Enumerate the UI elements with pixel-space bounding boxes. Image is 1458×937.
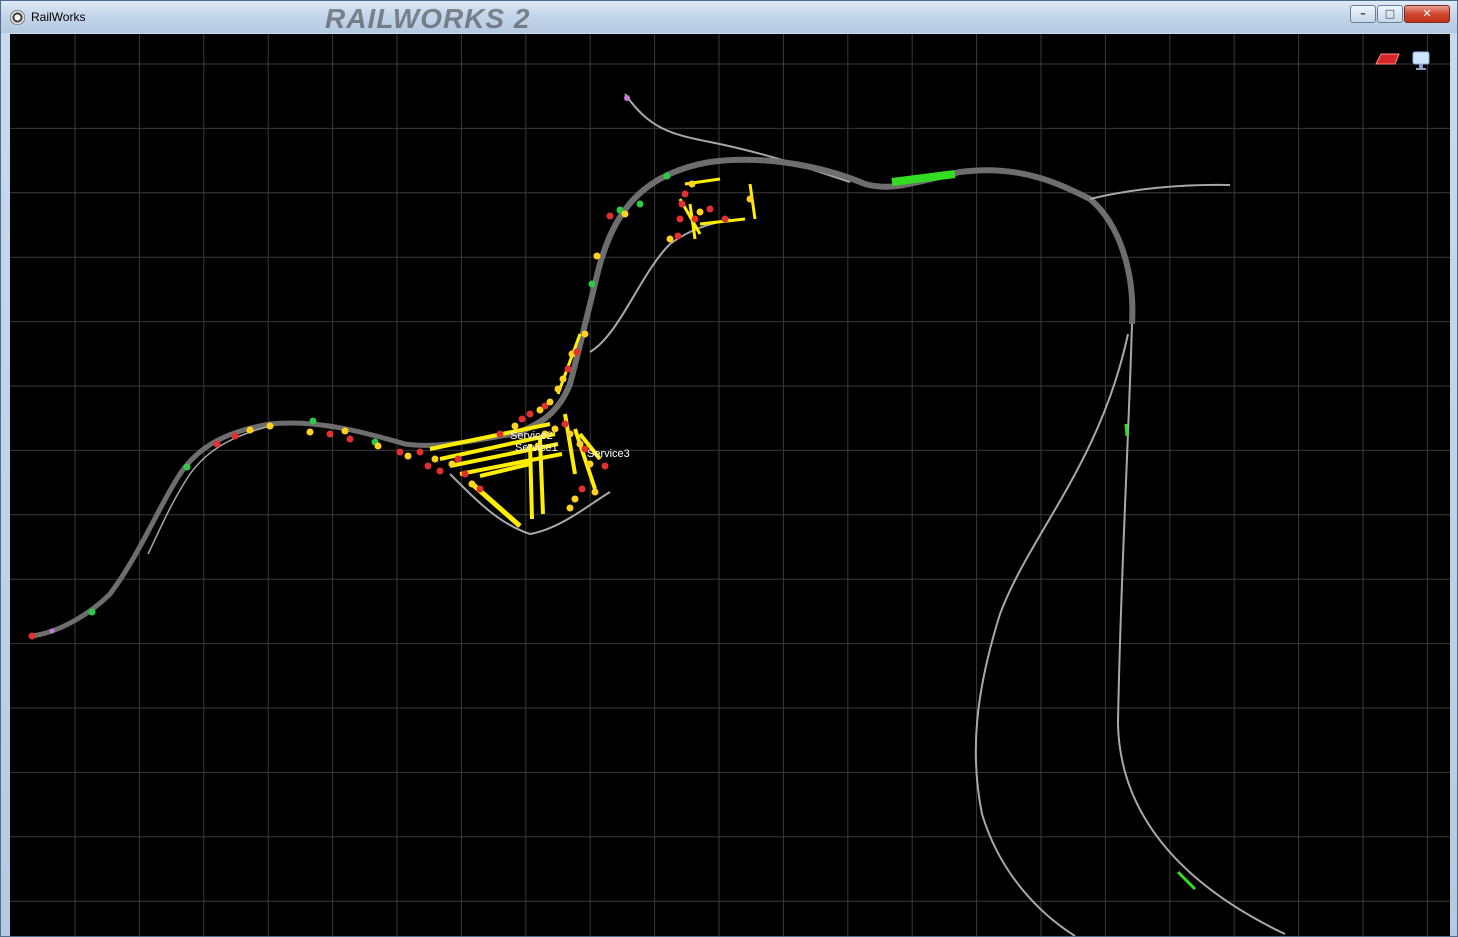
service-label-2[interactable]: Service2 bbox=[510, 430, 553, 442]
signal-marker-yellow[interactable] bbox=[404, 452, 412, 460]
background-logo: RAILWORKS 2 bbox=[325, 3, 531, 34]
signal-marker-red[interactable] bbox=[706, 205, 714, 213]
signal-marker-red[interactable] bbox=[436, 467, 444, 475]
signal-marker-yellow[interactable] bbox=[746, 195, 754, 203]
signal-marker-yellow[interactable] bbox=[586, 460, 594, 468]
minimize-button[interactable]: – bbox=[1350, 5, 1376, 23]
signal-marker-green[interactable] bbox=[309, 417, 317, 425]
terminus-marker[interactable] bbox=[624, 95, 630, 101]
signal-marker-red[interactable] bbox=[573, 348, 581, 356]
monitor-icon[interactable] bbox=[1410, 50, 1432, 72]
terminus-marker[interactable] bbox=[49, 628, 55, 634]
signal-marker-yellow[interactable] bbox=[341, 427, 349, 435]
signal-marker-red[interactable] bbox=[461, 470, 469, 478]
yard-tracks bbox=[429, 177, 757, 528]
track-main-west bbox=[31, 420, 516, 639]
occupied-marker-1 bbox=[1124, 423, 1129, 437]
track-branch-east bbox=[1089, 183, 1231, 200]
signal-marker-yellow[interactable] bbox=[666, 235, 674, 243]
signal-marker-yellow[interactable] bbox=[246, 426, 254, 434]
track-map-viewport[interactable]: Service2 Service1 Service3 bbox=[10, 34, 1450, 936]
signal-marker-yellow[interactable] bbox=[566, 430, 574, 438]
signal-marker-red[interactable] bbox=[681, 190, 689, 198]
signal-marker-yellow[interactable] bbox=[566, 504, 574, 512]
signal-marker-red[interactable] bbox=[496, 430, 504, 438]
service-label-1[interactable]: Service1 bbox=[515, 442, 558, 454]
signal-marker-yellow[interactable] bbox=[696, 208, 704, 216]
close-button[interactable]: ✕ bbox=[1404, 5, 1450, 23]
signal-marker-yellow[interactable] bbox=[448, 460, 456, 468]
signal-marker-red[interactable] bbox=[721, 215, 729, 223]
signal-marker-yellow[interactable] bbox=[688, 180, 696, 188]
signal-marker-red[interactable] bbox=[424, 462, 432, 470]
railworks-window: RailWorks RAILWORKS 2 – □ ✕ Service2 Ser… bbox=[0, 0, 1458, 937]
signals bbox=[28, 95, 754, 640]
track-map[interactable]: Service2 Service1 Service3 bbox=[10, 34, 1450, 936]
signal-marker-yellow[interactable] bbox=[576, 440, 584, 448]
signal-marker-red[interactable] bbox=[606, 212, 614, 220]
red-shape-icon[interactable] bbox=[1375, 51, 1401, 67]
signal-marker-green[interactable] bbox=[183, 463, 191, 471]
signal-marker-red[interactable] bbox=[326, 430, 334, 438]
signal-marker-yellow[interactable] bbox=[559, 375, 567, 383]
signal-marker-red[interactable] bbox=[454, 455, 462, 463]
signal-marker-yellow[interactable] bbox=[266, 422, 274, 430]
signal-marker-red[interactable] bbox=[676, 215, 684, 223]
signal-marker-red[interactable] bbox=[601, 462, 609, 470]
signal-marker-green[interactable] bbox=[588, 280, 596, 288]
map-grid bbox=[10, 34, 1450, 936]
signal-marker-red[interactable] bbox=[396, 448, 404, 456]
signal-marker-red[interactable] bbox=[518, 415, 526, 423]
signal-marker-red[interactable] bbox=[678, 200, 686, 208]
signal-marker-yellow[interactable] bbox=[431, 455, 439, 463]
signal-marker-yellow[interactable] bbox=[591, 488, 599, 496]
signal-marker-yellow[interactable] bbox=[621, 210, 629, 218]
signal-marker-green[interactable] bbox=[636, 200, 644, 208]
signal-marker-yellow[interactable] bbox=[571, 495, 579, 503]
window-title: RailWorks bbox=[31, 10, 86, 24]
signal-marker-red[interactable] bbox=[231, 432, 239, 440]
signal-marker-yellow[interactable] bbox=[511, 422, 519, 430]
service-label-3[interactable]: Service3 bbox=[587, 448, 630, 460]
maximize-button[interactable]: □ bbox=[1377, 5, 1403, 23]
app-icon[interactable] bbox=[10, 10, 25, 25]
signal-marker-green[interactable] bbox=[88, 608, 96, 616]
signal-marker-red[interactable] bbox=[561, 420, 569, 428]
signal-marker-yellow[interactable] bbox=[306, 428, 314, 436]
signal-marker-red[interactable] bbox=[691, 215, 699, 223]
signal-marker-red[interactable] bbox=[346, 435, 354, 443]
signal-marker-red[interactable] bbox=[213, 440, 221, 448]
signal-marker-yellow[interactable] bbox=[593, 252, 601, 260]
signal-marker-red[interactable] bbox=[28, 632, 36, 640]
track-main-north bbox=[592, 156, 1136, 325]
signal-marker-green[interactable] bbox=[663, 172, 671, 180]
signal-marker-red[interactable] bbox=[526, 410, 534, 418]
signal-marker-red[interactable] bbox=[578, 485, 586, 493]
track-main-centre bbox=[513, 283, 598, 437]
signal-marker-yellow[interactable] bbox=[554, 385, 562, 393]
occupied-section bbox=[891, 170, 956, 186]
track-south-east-a bbox=[1116, 323, 1286, 935]
title-bar[interactable]: RailWorks RAILWORKS 2 – □ ✕ bbox=[1, 1, 1457, 34]
signal-marker-red[interactable] bbox=[476, 485, 484, 493]
signal-marker-yellow[interactable] bbox=[468, 480, 476, 488]
signal-marker-red[interactable] bbox=[416, 448, 424, 456]
signal-marker-red[interactable] bbox=[564, 365, 572, 373]
signal-marker-yellow[interactable] bbox=[581, 330, 589, 338]
signal-marker-yellow[interactable] bbox=[374, 442, 382, 450]
signal-marker-red[interactable] bbox=[674, 232, 682, 240]
signal-marker-yellow[interactable] bbox=[546, 398, 554, 406]
